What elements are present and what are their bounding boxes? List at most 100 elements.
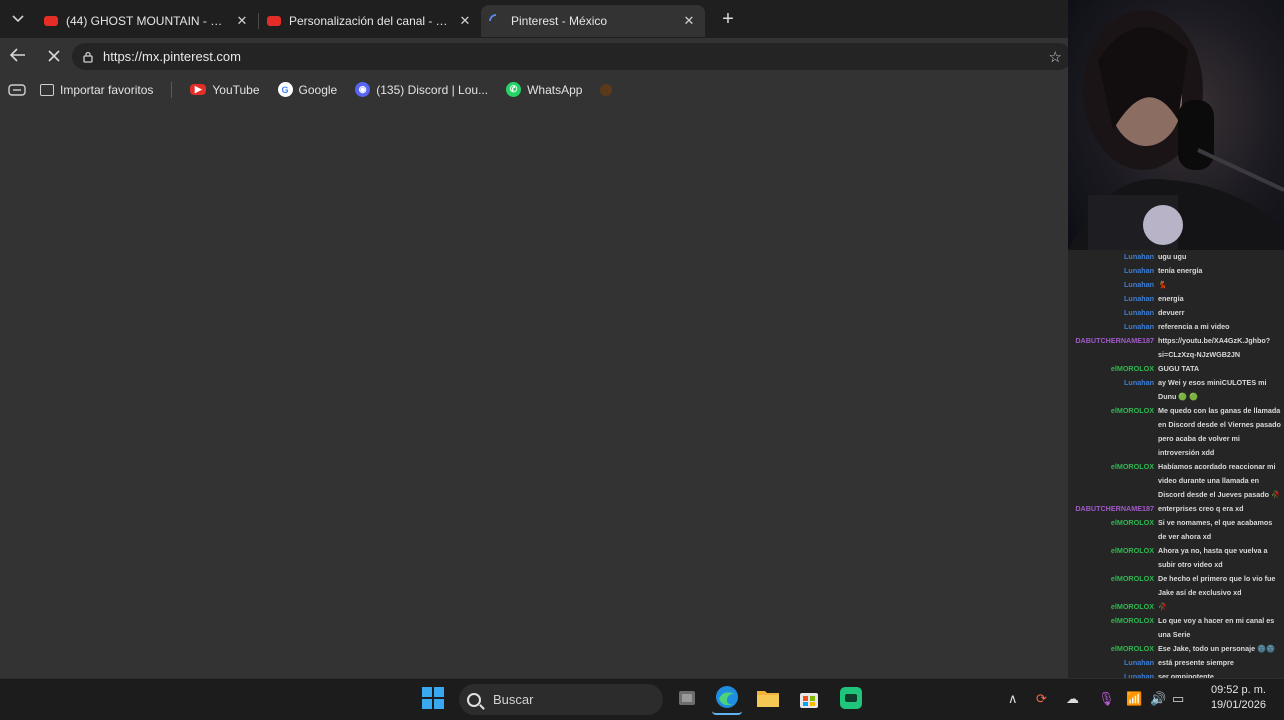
bookmark-google[interactable]: G Google — [277, 82, 338, 97]
chat-username[interactable]: elMOROLOX — [1072, 642, 1158, 656]
tab-ghost-mountain[interactable]: (44) GHOST MOUNTAIN - KEVLAR ✕ — [36, 5, 258, 37]
chat-text: Lo que voy a hacer en mi canal es una Se… — [1158, 616, 1275, 639]
chat-username[interactable]: elMOROLOX — [1072, 516, 1158, 544]
chat-message: Lunahan ugu ugu — [1068, 250, 1284, 264]
chat-message: Lunahan tenía energía — [1068, 264, 1284, 278]
close-icon[interactable]: ✕ — [234, 13, 250, 29]
chat-message: elMOROLOX Ahora ya no, hasta que vuelva a… — [1068, 544, 1284, 572]
volume-icon[interactable]: 🔊 — [1150, 691, 1166, 707]
chat-username[interactable]: Lunahan — [1072, 656, 1158, 670]
file-explorer-button[interactable] — [753, 685, 783, 715]
webcam-feed-image — [1068, 10, 1284, 250]
chat-username[interactable]: DABUTCHERNAME187 — [1072, 502, 1158, 516]
edge-taskbar-button[interactable] — [712, 685, 742, 715]
webcam-overlay — [1068, 0, 1284, 250]
microsoft-store-button[interactable] — [794, 685, 824, 715]
microphone-icon[interactable]: 🎙 — [1098, 691, 1115, 707]
task-view-icon — [677, 689, 697, 712]
chat-username[interactable]: Lunahan — [1072, 306, 1158, 320]
chat-message: Lunahan referencia a mi video — [1068, 320, 1284, 334]
chat-message: elMOROLOX Ese Jake, todo un personaje 🌚🌚 — [1068, 642, 1284, 656]
bookmark-extra[interactable] — [600, 83, 618, 96]
toolbar: https://mx.pinterest.com ☆ — [0, 38, 1072, 75]
taskbar-search-box[interactable]: Buscar — [459, 684, 663, 715]
tab-title: (44) GHOST MOUNTAIN - KEVLAR — [66, 14, 228, 28]
chat-text: 💃 — [1158, 280, 1167, 289]
bookmark-youtube[interactable]: ▶ YouTube — [190, 82, 260, 97]
chat-text: Ese Jake, todo un personaje 🌚🌚 — [1158, 644, 1275, 653]
chat-username[interactable]: DABUTCHERNAME187 — [1072, 334, 1158, 362]
new-tab-button[interactable]: + — [711, 3, 745, 35]
folder-icon — [756, 688, 780, 713]
clock-date: 19/01/2026 — [1210, 699, 1266, 711]
app-taskbar-button[interactable] — [836, 685, 866, 715]
chat-text: Habíamos acordado reaccionar mi video du… — [1158, 462, 1281, 499]
bookmark-label: WhatsApp — [527, 82, 583, 97]
chat-message: Lunahan devuerr — [1068, 306, 1284, 320]
task-view-button[interactable] — [672, 685, 702, 715]
chat-message: Lunahan 💃 — [1068, 278, 1284, 292]
chat-text: ay Wei y esos miniCULOTES mi Dunu 🟢 🟢 — [1158, 378, 1267, 401]
chat-username[interactable]: elMOROLOX — [1072, 362, 1158, 376]
chat-text: Me quedo con las ganas de llamada en Dis… — [1158, 406, 1281, 457]
tab-actions-menu-button[interactable] — [0, 0, 36, 38]
chat-text: está presente siempre — [1158, 658, 1234, 667]
chat-username[interactable]: elMOROLOX — [1072, 600, 1158, 614]
battery-icon[interactable]: ▭ — [1172, 691, 1184, 707]
chat-text: De hecho el primero que lo vio fue Jake … — [1158, 574, 1276, 597]
bookmark-label: YouTube — [212, 82, 260, 97]
tab-title: Pinterest - México — [511, 14, 608, 28]
start-button[interactable] — [418, 685, 448, 715]
bookmark-discord[interactable]: ◉ (135) Discord | Lou... — [355, 82, 488, 97]
search-placeholder: Buscar — [493, 692, 534, 707]
chat-message: Lunahan energía — [1068, 292, 1284, 306]
close-icon[interactable]: ✕ — [457, 13, 473, 29]
chat-text: ugu ugu — [1158, 252, 1187, 261]
close-icon[interactable]: ✕ — [681, 13, 697, 29]
tab-personalizacion[interactable]: Personalización del canal - YouTube ✕ — [259, 5, 481, 37]
bookmark-whatsapp[interactable]: ✆ WhatsApp — [506, 82, 582, 97]
favorite-star-icon[interactable]: ☆ — [1049, 48, 1062, 66]
chat-message: Lunahan ay Wei y esos miniCULOTES mi Dunu… — [1068, 376, 1284, 404]
page-content — [0, 104, 1068, 678]
chat-username[interactable]: Lunahan — [1072, 250, 1158, 264]
chat-username[interactable]: elMOROLOX — [1072, 460, 1158, 502]
chat-username[interactable]: Lunahan — [1072, 278, 1158, 292]
chat-username[interactable]: Lunahan — [1072, 376, 1158, 404]
stream-chat: Lunahan ugu ugu Lunahan tenía energía Lunaha… — [1068, 250, 1284, 680]
chat-message: DABUTCHERNAME187 enterprises creo q era x… — [1068, 502, 1284, 516]
taskbar: Buscar ∧ ⟳ ☁ 🎙 📶 🔊 ▭ 09:52 p. m. 19/01/2… — [0, 678, 1284, 720]
bookmark-importar-favoritos[interactable]: Importar favoritos — [40, 83, 153, 97]
stop-loading-button[interactable] — [36, 38, 72, 75]
address-bar[interactable]: https://mx.pinterest.com ☆ — [72, 43, 1072, 70]
bookmark-label: Importar favoritos — [60, 82, 154, 97]
system-clock[interactable]: 09:52 p. m. 19/01/2026 — [1211, 683, 1266, 713]
import-icon — [40, 83, 54, 96]
app-icon — [839, 686, 863, 715]
chat-text: 🥀 — [1158, 602, 1167, 611]
bookmark-label: Google — [298, 82, 338, 97]
chat-message: DABUTCHERNAME187 https://youtu.be/XA4GzK.… — [1068, 334, 1284, 362]
tab-actions-icon[interactable] — [8, 83, 26, 96]
chat-username[interactable]: Lunahan — [1072, 292, 1158, 306]
back-button[interactable] — [0, 38, 36, 75]
sync-icon[interactable]: ⟳ — [1036, 691, 1047, 707]
tab-strip: (44) GHOST MOUNTAIN - KEVLAR ✕ Personali… — [0, 0, 1068, 38]
chat-message: elMOROLOX De hecho el primero que lo vio … — [1068, 572, 1284, 600]
chat-text: GUGU TATA — [1158, 364, 1200, 373]
youtube-icon: ▶ — [190, 84, 207, 95]
chat-message: elMOROLOX GUGU TATA — [1068, 362, 1284, 376]
chat-text: energía — [1158, 294, 1184, 303]
chat-username[interactable]: Lunahan — [1072, 264, 1158, 278]
youtube-favicon-icon — [267, 16, 281, 26]
wifi-icon[interactable]: 📶 — [1126, 691, 1142, 707]
chat-username[interactable]: elMOROLOX — [1072, 614, 1158, 642]
chat-username[interactable]: elMOROLOX — [1072, 572, 1158, 600]
chat-username[interactable]: elMOROLOX — [1072, 544, 1158, 572]
site-info-icon[interactable] — [82, 51, 94, 63]
cloud-icon[interactable]: ☁ — [1066, 691, 1079, 707]
chat-username[interactable]: Lunahan — [1072, 320, 1158, 334]
tab-pinterest[interactable]: Pinterest - México ✕ — [481, 5, 705, 37]
chevron-up-icon[interactable]: ∧ — [1008, 691, 1018, 707]
chat-username[interactable]: elMOROLOX — [1072, 404, 1158, 460]
